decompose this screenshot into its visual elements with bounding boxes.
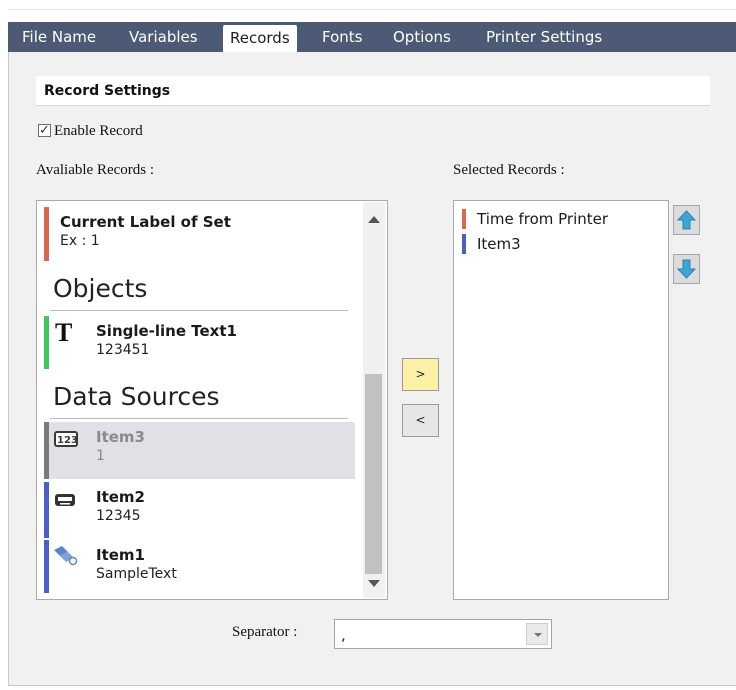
list-item-current-label-of-set[interactable]: Current Label of Set Ex : 1 [44,207,355,261]
selected-item-label: Time from Printer [477,210,609,228]
arrow-up-icon [676,210,697,230]
item-value: 1 [96,448,105,464]
item-value: Ex : 1 [60,233,100,249]
scroll-down-icon[interactable] [368,580,380,587]
item-name: Item2 [96,488,145,506]
scroll-up-icon[interactable] [368,216,380,223]
counter-123-icon: 123 [53,430,79,451]
separator-value: , [341,626,346,644]
tab-options[interactable]: Options [386,22,458,52]
list-item-item3[interactable]: 123 Item3 1 [44,422,355,479]
separator-select[interactable]: , [334,619,552,649]
enable-record-checkbox[interactable]: ✓ Enable Record [38,121,143,141]
move-down-button[interactable] [673,254,700,284]
scroll-thumb[interactable] [365,374,382,574]
tab-printer-settings[interactable]: Printer Settings [479,22,609,52]
section-title: Record Settings [36,76,710,106]
available-records-list[interactable]: Current Label of Set Ex : 1 Objects T Si… [36,200,388,600]
chevron-down-icon [534,633,542,637]
svg-text:T: T [55,319,72,345]
list-item-item2[interactable]: Item2 12345 [44,482,355,538]
move-up-button[interactable] [673,205,700,235]
svg-text:123: 123 [57,435,78,446]
tab-records[interactable]: Records [223,25,297,52]
item-value: SampleText [96,566,177,582]
group-divider [50,418,348,419]
group-data-sources-title: Data Sources [53,382,220,411]
text-t-icon: T [53,318,79,348]
available-records-label: Avaliable Records : [36,162,155,178]
selected-item-item3[interactable]: Item3 [462,234,521,254]
tab-fonts[interactable]: Fonts [315,22,369,52]
group-objects-title: Objects [53,274,148,303]
color-bar [44,316,49,369]
item-value: 12345 [96,508,141,524]
keyboard-icon [54,492,76,511]
group-divider [50,310,348,311]
color-bar [44,422,49,479]
remove-record-button[interactable]: < [402,404,439,437]
color-bar [44,540,49,593]
checkbox-icon[interactable]: ✓ [38,123,51,138]
separator-dropdown-button[interactable] [526,623,548,645]
database-link-icon [52,544,78,569]
selected-records-label: Selected Records : [453,162,565,178]
tab-variables[interactable]: Variables [122,22,205,52]
item-name: Item3 [96,428,145,446]
list-item-item1[interactable]: Item1 SampleText [44,540,355,593]
color-bar [44,207,49,261]
item-name: Single-line Text1 [96,322,237,340]
selected-item-time-from-printer[interactable]: Time from Printer [462,209,608,229]
list-item-single-line-text1[interactable]: T Single-line Text1 123451 [44,316,355,369]
item-value: 123451 [96,342,150,358]
color-bar [44,482,49,538]
arrow-down-icon [676,259,697,279]
separator-label: Separator : [232,624,298,640]
selected-records-list[interactable]: Time from Printer Item3 [453,200,669,600]
top-strip [8,0,736,10]
tab-file-name[interactable]: File Name [15,22,103,52]
vertical-scrollbar[interactable] [363,202,385,598]
item-name: Current Label of Set [60,213,231,231]
color-bar [462,209,466,229]
enable-record-label: Enable Record [54,123,143,139]
add-record-button[interactable]: > [402,358,439,391]
item-name: Item1 [96,546,145,564]
tab-bar: File Name Variables Records Fonts Option… [8,22,736,52]
selected-item-label: Item3 [477,235,521,253]
color-bar [462,234,466,254]
